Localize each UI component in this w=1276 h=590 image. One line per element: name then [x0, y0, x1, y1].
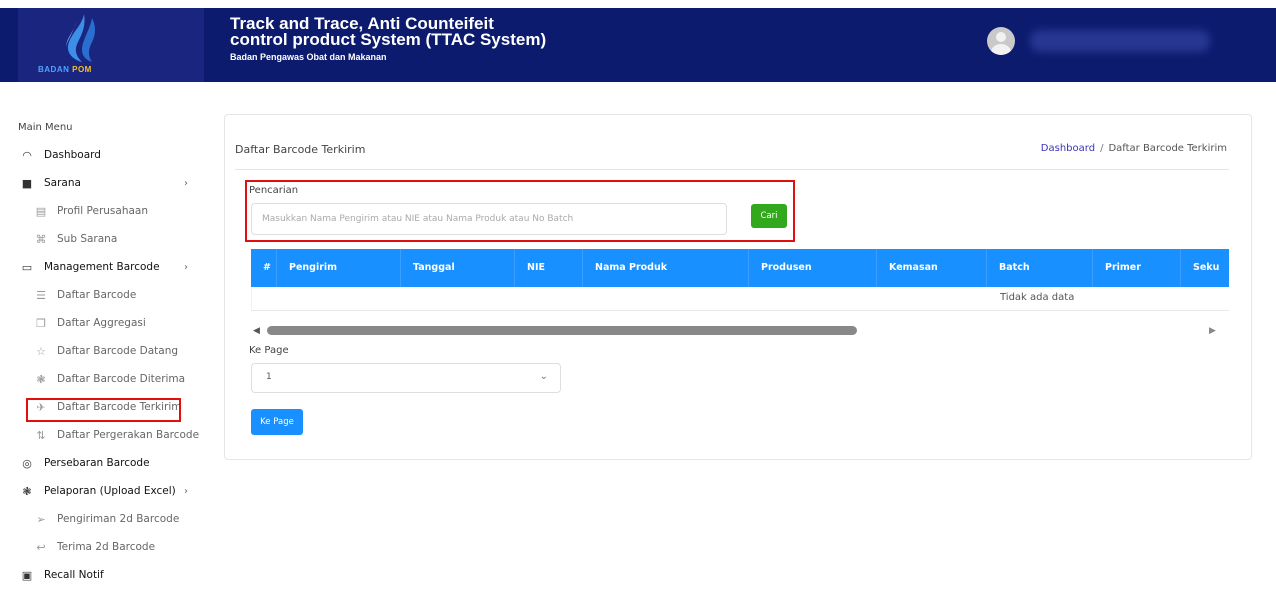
- sidebar-item-12[interactable]: ❃ Pelaporan (Upload Excel) ›: [0, 479, 205, 503]
- chevron-down-icon: ⌄: [539, 371, 548, 382]
- sidebar-item-label: Profil Perusahaan: [57, 205, 148, 217]
- table-body: Tidak ada data: [251, 287, 1229, 311]
- active-item-highlight: [26, 398, 181, 422]
- sidebar-item-label: Daftar Barcode: [57, 289, 137, 301]
- content-card: Daftar Barcode Terkirim Dashboard / Daftar…: [224, 114, 1252, 460]
- sidebar-item-label: Pengiriman 2d Barcode: [57, 513, 180, 525]
- copy-icon: ❐: [36, 316, 46, 330]
- sidebar-item-14[interactable]: ↩ Terima 2d Barcode: [0, 535, 205, 559]
- table-header-cell[interactable]: Seku: [1181, 249, 1229, 287]
- header-top-strip: [0, 0, 1276, 8]
- table-header-cell[interactable]: Tanggal: [401, 249, 515, 287]
- chevron-right-icon: ›: [184, 485, 188, 497]
- page-select[interactable]: 1 ⌄: [251, 363, 561, 393]
- table-header-cell[interactable]: Primer: [1093, 249, 1181, 287]
- table-header-cell[interactable]: NIE: [515, 249, 583, 287]
- search-highlight-box: [245, 180, 795, 242]
- sidebar-item-8[interactable]: ❃ Daftar Barcode Diterima: [0, 367, 205, 391]
- user-name-blurred[interactable]: [1030, 30, 1210, 52]
- table-header-cell[interactable]: Nama Produk: [583, 249, 749, 287]
- sidebar-item-2[interactable]: ▤ Profil Perusahaan: [0, 199, 205, 223]
- sidebar-item-13[interactable]: ➢ Pengiriman 2d Barcode: [0, 507, 205, 531]
- data-table: # Pengirim Tanggal NIE Nama Produk Produsen Ke…: [251, 249, 1229, 311]
- sidebar-item-label: Dashboard: [44, 149, 101, 161]
- scroll-left-arrow-icon[interactable]: ◀: [253, 326, 260, 336]
- hierarchy-icon: ⌘: [35, 232, 47, 246]
- sidebar-item-label: Daftar Barcode Diterima: [57, 373, 186, 385]
- logo-text-badan: BADAN: [38, 65, 70, 74]
- sidebar-item-5[interactable]: ☰ Daftar Barcode: [0, 283, 205, 307]
- gift-icon: ❃: [36, 372, 46, 386]
- sidebar-item-label: Daftar Aggregasi: [57, 317, 146, 329]
- horizontal-scrollbar[interactable]: [267, 326, 857, 335]
- divider: [235, 169, 1229, 170]
- logo-emblem-icon: [66, 14, 95, 62]
- avatar[interactable]: [987, 27, 1015, 55]
- sort-icon: ⇅: [36, 428, 46, 442]
- sidebar-item-6[interactable]: ❐ Daftar Aggregasi: [0, 311, 205, 335]
- app-title-line2: control product System (TTAC System): [230, 30, 547, 49]
- app-subtitle: Badan Pengawas Obat dan Makanan: [230, 52, 387, 62]
- folder-user-icon: ■: [21, 176, 33, 190]
- sidebar-item-0[interactable]: ◠ Dashboard: [0, 143, 205, 167]
- sidebar-item-3[interactable]: ⌘ Sub Sarana: [0, 227, 205, 251]
- star-icon: ☆: [36, 344, 46, 358]
- table-header: # Pengirim Tanggal NIE Nama Produk Produsen Ke…: [251, 249, 1229, 287]
- logo-text-pom: POM: [72, 65, 92, 74]
- location-icon: ◎: [22, 456, 32, 470]
- sidebar-item-1[interactable]: ■ Sarana ›: [0, 171, 205, 195]
- table-header-cell[interactable]: Produsen: [749, 249, 877, 287]
- go-to-page-button[interactable]: Ke Page: [251, 409, 303, 435]
- list-icon: ☰: [36, 288, 46, 302]
- table-header-cell[interactable]: Batch: [987, 249, 1093, 287]
- breadcrumb-separator: /: [1100, 143, 1104, 154]
- sidebar-item-label: Recall Notif: [44, 569, 104, 581]
- sidebar-item-4[interactable]: ▭ Management Barcode ›: [0, 255, 205, 279]
- sidebar-menu-title: Main Menu: [18, 122, 73, 133]
- sidebar-item-label: Sub Sarana: [57, 233, 118, 245]
- app-header: BADAN POM Track and Trace, Anti Counteif…: [0, 0, 1276, 82]
- sidebar-item-label: Pelaporan (Upload Excel): [44, 485, 176, 497]
- page-select-label: Ke Page: [249, 345, 289, 356]
- folder-icon: ▭: [21, 260, 33, 274]
- table-header-cell[interactable]: Pengirim: [277, 249, 401, 287]
- sidebar-item-label: Persebaran Barcode: [44, 457, 150, 469]
- monitor-icon: ▣: [21, 568, 33, 582]
- scroll-right-arrow-icon[interactable]: ▶: [1209, 326, 1216, 336]
- page-select-value: 1: [266, 372, 272, 382]
- sidebar-item-label: Sarana: [44, 177, 81, 189]
- breadcrumb-dashboard-link[interactable]: Dashboard: [1041, 143, 1095, 154]
- receive-icon: ↩: [36, 540, 46, 554]
- breadcrumb-current: Daftar Barcode Terkirim: [1108, 143, 1227, 154]
- logo-text: BADAN POM: [38, 65, 92, 74]
- dashboard-icon: ◠: [22, 148, 32, 162]
- table-header-cell[interactable]: Kemasan: [877, 249, 987, 287]
- building-icon: ▤: [35, 204, 47, 218]
- sidebar-item-label: Terima 2d Barcode: [57, 541, 156, 553]
- sidebar-item-label: Daftar Pergerakan Barcode: [57, 429, 200, 441]
- sidebar-item-10[interactable]: ⇅ Daftar Pergerakan Barcode: [0, 423, 205, 447]
- breadcrumb: Dashboard / Daftar Barcode Terkirim: [1041, 143, 1227, 154]
- chevron-right-icon: ›: [184, 177, 188, 189]
- logo[interactable]: BADAN POM: [18, 8, 204, 82]
- gift-icon: ❃: [22, 484, 32, 498]
- table-header-cell[interactable]: #: [251, 249, 277, 287]
- send-icon: ➢: [36, 512, 46, 526]
- sidebar: Main Menu ◠ Dashboard ■ Sarana › ▤ Profil Peru…: [0, 82, 205, 590]
- sidebar-item-11[interactable]: ◎ Persebaran Barcode: [0, 451, 205, 475]
- sidebar-item-label: Daftar Barcode Datang: [57, 345, 179, 357]
- sidebar-item-7[interactable]: ☆ Daftar Barcode Datang: [0, 339, 205, 363]
- empty-state-text: Tidak ada data: [1000, 292, 1075, 303]
- page-title: Daftar Barcode Terkirim: [235, 143, 366, 156]
- chevron-right-icon: ›: [184, 261, 188, 273]
- sidebar-item-15[interactable]: ▣ Recall Notif: [0, 563, 205, 587]
- app-title: Track and Trace, Anti Counteifeit contro…: [230, 15, 547, 49]
- sidebar-item-label: Management Barcode: [44, 261, 160, 273]
